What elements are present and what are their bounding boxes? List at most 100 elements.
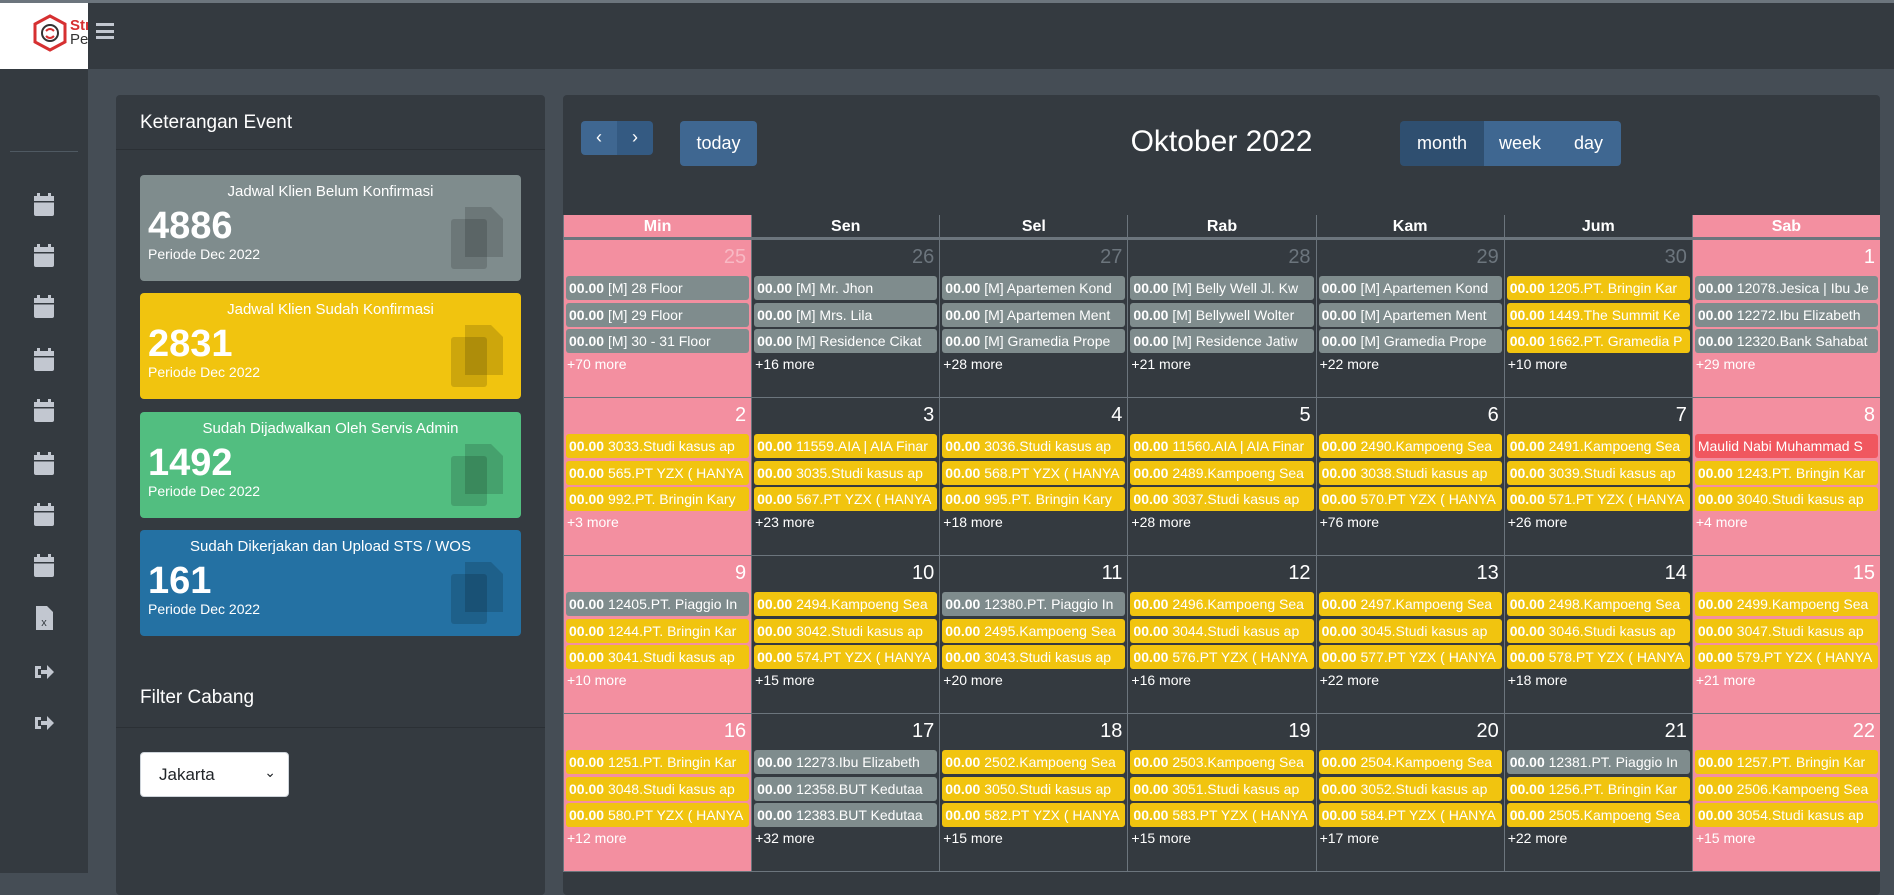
calendar-event[interactable]: 00.00 1244.PT. Bringin Kar [566, 618, 750, 643]
calendar-event[interactable]: 00.00 579.PT YZX ( HANYA [1694, 645, 1878, 669]
calendar-event[interactable]: 00.00 3043.Studi kasus ap [942, 645, 1126, 669]
calendar-event[interactable]: 00.00 [M] Apartemen Kond [1318, 276, 1502, 300]
more-events-link[interactable]: +15 more [1693, 830, 1880, 846]
more-events-link[interactable]: +22 more [1505, 830, 1692, 846]
calendar-event[interactable]: 00.00 2495.Kampoeng Sea [942, 618, 1126, 643]
day-number[interactable]: 13 [1317, 556, 1504, 592]
calendar-icon[interactable] [33, 348, 55, 372]
day-number[interactable]: 19 [1128, 714, 1315, 750]
day-number[interactable]: 1 [1693, 240, 1880, 276]
calendar-event[interactable]: 00.00 2498.Kampoeng Sea [1506, 592, 1690, 616]
calendar-event[interactable]: 00.00 582.PT YZX ( HANYA [942, 803, 1126, 827]
calendar-event[interactable]: 00.00 1662.PT. Gramedia P [1506, 329, 1690, 353]
day-cell[interactable]: 13 00.00 2497.Kampoeng Sea 00.00 3045.Stud… [1315, 556, 1504, 713]
day-number[interactable]: 22 [1693, 714, 1880, 750]
calendar-event[interactable]: 00.00 12405.PT. Piaggio In [566, 592, 750, 616]
hamburger-menu-icon[interactable] [96, 23, 114, 39]
more-events-link[interactable]: +17 more [1317, 830, 1504, 846]
day-cell[interactable]: 8 Maulid Nabi Muhammad S 00.00 1243.PT. Br… [1691, 398, 1880, 555]
day-number[interactable]: 7 [1505, 398, 1692, 434]
day-cell[interactable]: 26 00.00 [M] Mr. Jhon 00.00 [M] Mrs. Lila 0… [751, 240, 940, 397]
sign-out-icon[interactable] [33, 711, 55, 735]
day-number[interactable]: 4 [940, 398, 1127, 434]
calendar-event[interactable]: 00.00 3052.Studi kasus ap [1318, 776, 1502, 801]
day-cell[interactable]: 16 00.00 1251.PT. Bringin Kar 00.00 3048.S… [563, 714, 752, 871]
day-cell[interactable]: 3 00.00 11559.AIA | AIA Finar 00.00 3035.S… [751, 398, 940, 555]
view-week-button[interactable]: week [1484, 121, 1556, 166]
calendar-event[interactable]: 00.00 2490.Kampoeng Sea [1318, 434, 1502, 458]
day-cell[interactable]: 20 00.00 2504.Kampoeng Sea 00.00 3052.Stud… [1315, 714, 1504, 871]
calendar-event[interactable]: 00.00 578.PT YZX ( HANYA [1506, 645, 1690, 669]
branch-filter-select[interactable]: Jakarta ⌄ [140, 752, 289, 797]
day-number[interactable]: 27 [940, 240, 1127, 276]
calendar-event[interactable]: 00.00 [M] Mr. Jhon [754, 276, 938, 300]
calendar-event[interactable]: 00.00 3050.Studi kasus ap [942, 776, 1126, 801]
calendar-event[interactable]: 00.00 3040.Studi kasus ap [1694, 487, 1878, 511]
calendar-event[interactable]: 00.00 3047.Studi kasus ap [1694, 618, 1878, 643]
view-month-button[interactable]: month [1400, 121, 1484, 166]
day-cell[interactable]: 29 00.00 [M] Apartemen Kond 00.00 [M] Apar… [1315, 240, 1504, 397]
calendar-event[interactable]: 00.00 1205.PT. Bringin Kar [1506, 276, 1690, 300]
more-events-link[interactable]: +23 more [752, 514, 939, 530]
more-events-link[interactable]: +70 more [564, 356, 751, 372]
calendar-event[interactable]: 00.00 584.PT YZX ( HANYA [1318, 803, 1502, 827]
calendar-event[interactable]: 00.00 2491.Kampoeng Sea [1506, 434, 1690, 458]
calendar-event[interactable]: 00.00 [M] Apartemen Ment [1318, 302, 1502, 327]
calendar-event[interactable]: 00.00 12358.BUT Kedutaa [754, 776, 938, 801]
day-cell[interactable]: 22 00.00 1257.PT. Bringin Kar 00.00 2506.K… [1691, 714, 1880, 871]
more-events-link[interactable]: +18 more [940, 514, 1127, 530]
day-cell[interactable]: 7 00.00 2491.Kampoeng Sea 00.00 3039.Studi… [1503, 398, 1692, 555]
more-events-link[interactable]: +76 more [1317, 514, 1504, 530]
calendar-event[interactable]: 00.00 2505.Kampoeng Sea [1506, 803, 1690, 827]
calendar-event[interactable]: 00.00 [M] Mrs. Lila [754, 302, 938, 327]
calendar-event[interactable]: 00.00 574.PT YZX ( HANYA [754, 645, 938, 669]
day-number[interactable]: 14 [1505, 556, 1692, 592]
more-events-link[interactable]: +18 more [1505, 672, 1692, 688]
calendar-event[interactable]: 00.00 2497.Kampoeng Sea [1318, 592, 1502, 616]
more-events-link[interactable]: +15 more [940, 830, 1127, 846]
calendar-event[interactable]: 00.00 2489.Kampoeng Sea [1130, 460, 1314, 485]
more-events-link[interactable]: +15 more [1128, 830, 1315, 846]
more-events-link[interactable]: +28 more [940, 356, 1127, 372]
calendar-event[interactable]: 00.00 [M] Gramedia Prope [1318, 329, 1502, 353]
calendar-event[interactable]: 00.00 12381.PT. Piaggio In [1506, 750, 1690, 774]
calendar-event[interactable]: 00.00 2502.Kampoeng Sea [942, 750, 1126, 774]
calendar-icon[interactable] [33, 503, 55, 527]
calendar-event[interactable]: 00.00 3051.Studi kasus ap [1130, 776, 1314, 801]
day-cell[interactable]: 28 00.00 [M] Belly Well Jl. Kw 00.00 [M] B… [1127, 240, 1316, 397]
calendar-icon[interactable] [33, 244, 55, 268]
calendar-event[interactable]: 00.00 1243.PT. Bringin Kar [1694, 460, 1878, 485]
day-cell[interactable]: 18 00.00 2502.Kampoeng Sea 00.00 3050.Stud… [939, 714, 1128, 871]
more-events-link[interactable]: +16 more [1128, 672, 1315, 688]
more-events-link[interactable]: +21 more [1128, 356, 1315, 372]
calendar-event[interactable]: 00.00 3038.Studi kasus ap [1318, 460, 1502, 485]
more-events-link[interactable]: +26 more [1505, 514, 1692, 530]
stat-card[interactable]: Jadwal Klien Belum Konfirmasi 4886 Perio… [140, 175, 521, 281]
day-number[interactable]: 20 [1317, 714, 1504, 750]
day-cell[interactable]: 1 00.00 12078.Jesica | Ibu Je 00.00 12272.… [1691, 240, 1880, 397]
day-number[interactable]: 6 [1317, 398, 1504, 434]
more-events-link[interactable]: +10 more [564, 672, 751, 688]
day-cell[interactable]: 4 00.00 3036.Studi kasus ap 00.00 568.PT Y… [939, 398, 1128, 555]
calendar-event[interactable]: 00.00 567.PT YZX ( HANYA [754, 487, 938, 511]
day-cell[interactable]: 11 00.00 12380.PT. Piaggio In 00.00 2495.K… [939, 556, 1128, 713]
day-cell[interactable]: 2 00.00 3033.Studi kasus ap 00.00 565.PT Y… [563, 398, 752, 555]
calendar-event[interactable]: Maulid Nabi Muhammad S [1694, 434, 1878, 458]
day-cell[interactable]: 10 00.00 2494.Kampoeng Sea 00.00 3042.Stud… [751, 556, 940, 713]
calendar-icon[interactable] [33, 295, 55, 319]
more-events-link[interactable]: +10 more [1505, 356, 1692, 372]
calendar-event[interactable]: 00.00 2504.Kampoeng Sea [1318, 750, 1502, 774]
calendar-event[interactable]: 00.00 3048.Studi kasus ap [566, 776, 750, 801]
day-cell[interactable]: 6 00.00 2490.Kampoeng Sea 00.00 3038.Studi… [1315, 398, 1504, 555]
more-events-link[interactable]: +28 more [1128, 514, 1315, 530]
calendar-event[interactable]: 00.00 1257.PT. Bringin Kar [1694, 750, 1878, 774]
day-cell[interactable]: 15 00.00 2499.Kampoeng Sea 00.00 3047.Stud… [1691, 556, 1880, 713]
day-number[interactable]: 29 [1317, 240, 1504, 276]
calendar-icon[interactable] [33, 399, 55, 423]
calendar-event[interactable]: 00.00 12320.Bank Sahabat [1694, 329, 1878, 353]
calendar-event[interactable]: 00.00 3044.Studi kasus ap [1130, 618, 1314, 643]
day-number[interactable]: 12 [1128, 556, 1315, 592]
calendar-event[interactable]: 00.00 [M] Residence Jatiw [1130, 329, 1314, 353]
calendar-icon[interactable] [33, 452, 55, 476]
more-events-link[interactable]: +4 more [1693, 514, 1880, 530]
